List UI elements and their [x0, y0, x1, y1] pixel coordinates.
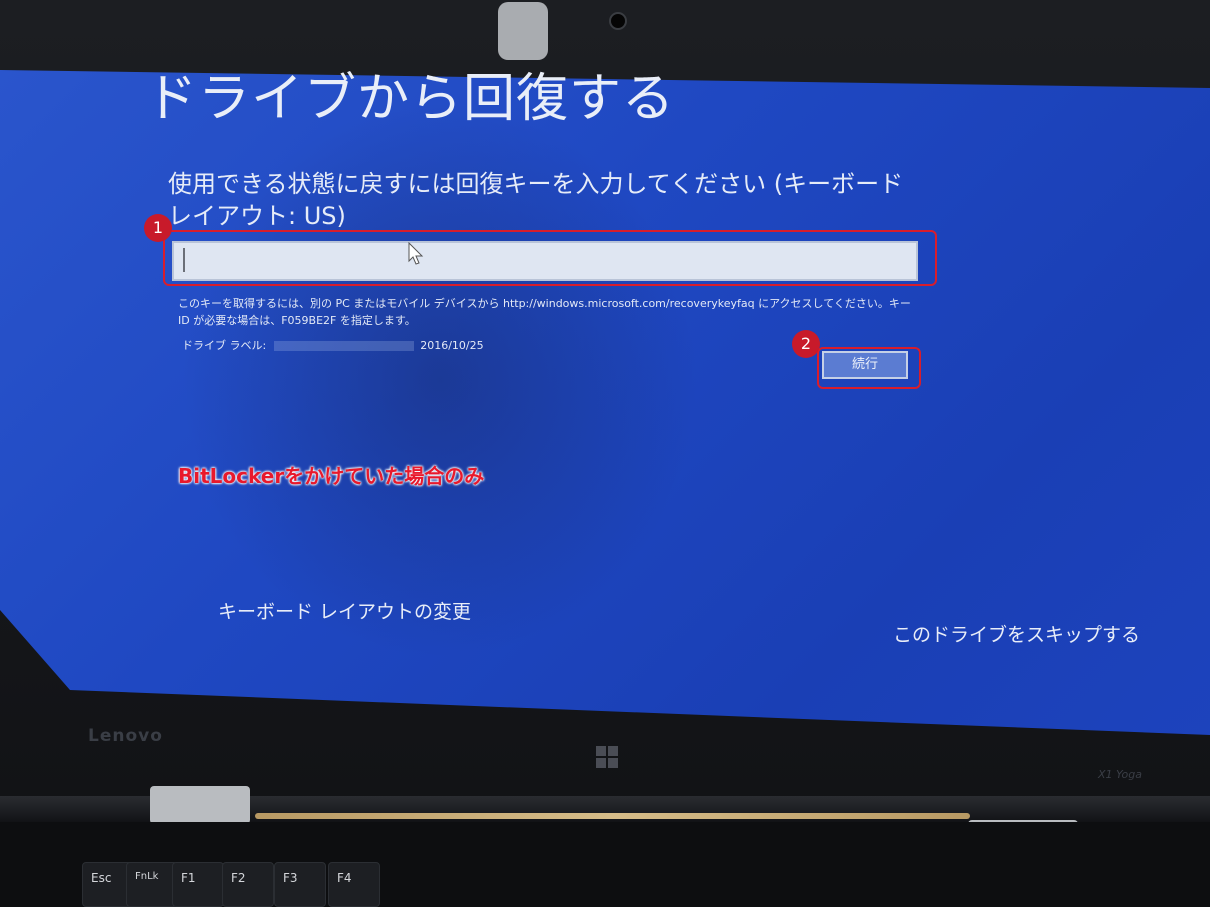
webcam-icon: [609, 12, 627, 30]
redacted-drive-name: [274, 341, 415, 351]
windows-logo-icon: [596, 746, 618, 768]
hinge-cap-left: [150, 786, 250, 824]
key-f3[interactable]: F3: [274, 862, 326, 907]
change-keyboard-layout-link[interactable]: キーボード レイアウトの変更: [218, 597, 471, 624]
key-f4[interactable]: F4: [328, 862, 380, 907]
hinge-stripe: [255, 813, 970, 819]
drive-info: ドライブ ラベル: 2016/10/25: [182, 337, 512, 353]
drive-label: ドライブ ラベル:: [182, 339, 267, 352]
recovery-key-prompt: 使用できる状態に戻すには回復キーを入力してください (キーボード レイアウト: …: [168, 170, 904, 230]
annotation-badge-1: 1: [144, 214, 172, 242]
skip-drive-link[interactable]: このドライブをスキップする: [893, 620, 1140, 647]
annotation-box-input: [163, 230, 937, 286]
model-label: X1 Yoga: [1098, 768, 1142, 781]
webcam-cover: [498, 2, 548, 60]
key-f2[interactable]: F2: [222, 862, 274, 907]
page-title: ドライブから回復する: [145, 69, 676, 129]
key-fnlk[interactable]: FnLk: [126, 862, 178, 907]
annotation-box-continue: [817, 347, 921, 389]
key-f1[interactable]: F1: [172, 862, 224, 907]
drive-date: 2016/10/25: [420, 339, 484, 352]
annotation-note: BitLockerをかけていた場合のみ: [178, 464, 485, 488]
help-text: このキーを取得するには、別の PC またはモバイル デバイスから http://…: [178, 297, 911, 327]
annotation-badge-2: 2: [792, 330, 820, 358]
brand-logo: Lenovo: [88, 726, 163, 746]
